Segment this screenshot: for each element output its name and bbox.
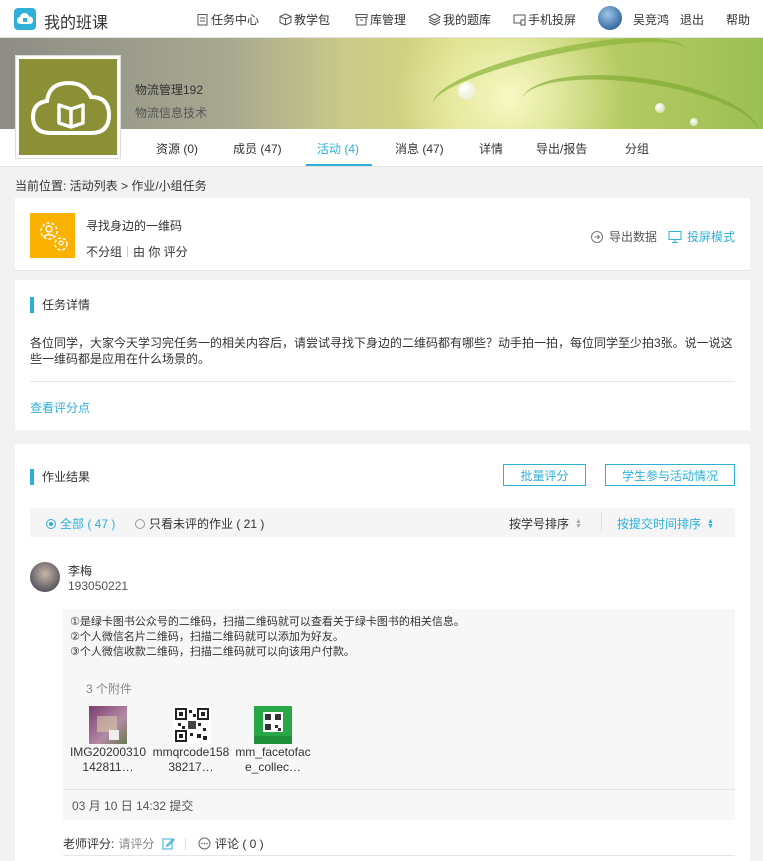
task-details-heading: 任务详情 (30, 296, 90, 313)
sort-by-id-label: 按学号排序 (509, 517, 570, 531)
comment-icon (198, 837, 211, 850)
sort-by-time-button[interactable]: 按提交时间排序 ▲ ▼ (617, 515, 714, 532)
projector-icon (668, 230, 682, 243)
course-cover[interactable] (15, 55, 121, 159)
participation-button[interactable]: 学生参与活动情况 (605, 464, 735, 486)
nav-library-label: 库管理 (370, 13, 407, 27)
nav-library[interactable]: 库管理 (355, 11, 406, 28)
sort-separator (601, 513, 602, 531)
nav-mobile-cast[interactable]: 手机投屏 (513, 11, 576, 28)
heading-accent-bar (30, 468, 34, 485)
comment-label: 评论 ( 0 ) (215, 837, 264, 851)
attachment-thumbnail[interactable] (89, 706, 127, 744)
export-icon (591, 230, 603, 243)
results-title: 作业结果 (42, 470, 91, 484)
archive-icon (355, 13, 368, 26)
student-avatar[interactable] (30, 562, 60, 592)
activity-icon (30, 213, 75, 258)
radio-unchecked-icon (135, 518, 145, 529)
user-name[interactable]: 吴竞鸿 (633, 11, 669, 28)
student-id: 193050221 (68, 579, 129, 593)
nav-teaching-pack[interactable]: 教学包 (279, 11, 330, 28)
edit-icon (162, 838, 176, 850)
activity-title: 寻找身边的一维码 (86, 219, 183, 233)
nav-teaching-pack-label: 教学包 (294, 13, 331, 27)
attachment-name[interactable]: mmqrcode15838217… (151, 745, 231, 775)
layers-icon (427, 13, 442, 26)
view-rubric-link[interactable]: 查看评分点 (30, 399, 90, 416)
cloud-book-icon (31, 80, 111, 135)
task-details-title: 任务详情 (42, 298, 91, 312)
cube-icon (279, 13, 292, 26)
export-data-button[interactable]: 导出数据 (590, 228, 657, 245)
filter-unrated-radio[interactable]: 只看未评的作业 ( 21 ) (135, 515, 264, 532)
app-logo-icon[interactable] (14, 8, 36, 30)
activity-group-mode: 不分组 (86, 245, 123, 259)
tab-details[interactable]: 详情 (479, 140, 503, 157)
attachment-thumbnail[interactable] (173, 706, 211, 744)
results-heading: 作业结果 (30, 468, 90, 485)
qr-code-icon (175, 708, 209, 742)
tab-export-report[interactable]: 导出/报告 (536, 140, 587, 157)
divider (30, 381, 735, 382)
nav-question-bank-label: 我的题库 (443, 13, 492, 27)
submission-time: 03 月 10 日 14:32 提交 (72, 799, 194, 813)
heading-accent-bar (30, 296, 34, 313)
activity-rating-mode: 由 你 评分 (133, 245, 188, 259)
screen-cast-icon (513, 13, 526, 26)
sort-arrows-icon: ▲ ▼ (707, 517, 714, 530)
divider (63, 855, 735, 856)
sort-arrows-icon: ▲ ▼ (575, 517, 582, 530)
tab-groups[interactable]: 分组 (625, 140, 649, 157)
tab-members[interactable]: 成员 (47) (233, 140, 282, 157)
batch-rate-button[interactable]: 批量评分 (503, 464, 586, 486)
projection-mode-label: 投屏模式 (687, 230, 736, 244)
help-link[interactable]: 帮助 (726, 11, 750, 28)
user-avatar[interactable] (598, 6, 622, 30)
sort-by-id-button[interactable]: 按学号排序 ▲ ▼ (509, 515, 582, 532)
attachment-count: 3 个附件 (86, 682, 133, 696)
divider (63, 789, 735, 790)
attachment-name[interactable]: IMG20200310142811… (68, 745, 148, 775)
answer-line: ①是绿卡图书公众号的二维码，扫描二维码就可以查看关于绿卡图书的相关信息。 (70, 616, 465, 628)
teacher-rating-label: 老师评分: (63, 837, 115, 851)
attachment-name[interactable]: mm_facetoface_collec… (233, 745, 313, 775)
radio-checked-icon (46, 518, 56, 529)
breadcrumb[interactable]: 当前位置: 活动列表 > 作业/小组任务 (15, 177, 207, 194)
payment-qr-icon (254, 712, 292, 744)
export-data-label: 导出数据 (609, 230, 658, 244)
answer-line: ②个人微信名片二维码，扫描二维码就可以添加为好友。 (70, 631, 344, 643)
student-name: 李梅 (68, 564, 93, 578)
filter-all-label: 全部 ( 47 ) (60, 517, 116, 531)
projection-mode-button[interactable]: 投屏模式 (668, 228, 735, 245)
activity-meta: 不分组由 你 评分 (86, 243, 188, 260)
tab-messages[interactable]: 消息 (47) (395, 140, 444, 157)
nav-question-bank[interactable]: 我的题库 (427, 11, 492, 28)
clipboard-icon (196, 13, 209, 26)
logout-link[interactable]: 退出 (680, 11, 704, 28)
nav-mobile-cast-label: 手机投屏 (528, 13, 577, 27)
answer-line: ③个人微信收款二维码，扫描二维码就可以向该用户付款。 (70, 646, 355, 658)
task-description: 各位同学，大家今天学习完任务一的相关内容后，请尝试寻找下身边的二维码都有哪些？动… (30, 336, 733, 366)
group-task-icon (40, 222, 68, 251)
comment-button[interactable]: 评论 ( 0 ) (198, 835, 264, 852)
course-subtitle: 物流信息技术 (135, 106, 208, 120)
tab-activities[interactable]: 活动 (4) (317, 140, 359, 157)
attachment-thumbnail[interactable] (254, 706, 292, 744)
rate-pending-link[interactable]: 请评分 (118, 835, 154, 852)
nav-task-center[interactable]: 任务中心 (196, 11, 259, 28)
submission-text: ①是绿卡图书公众号的二维码，扫描二维码就可以查看关于绿卡图书的相关信息。 ②个人… (70, 615, 720, 660)
active-tab-indicator (306, 164, 372, 166)
sort-by-time-label: 按提交时间排序 (617, 517, 702, 531)
nav-task-center-label: 任务中心 (211, 13, 260, 27)
tab-resources[interactable]: 资源 (0) (156, 140, 198, 157)
course-name: 物流管理192 (135, 83, 204, 97)
filter-unrated-label: 只看未评的作业 ( 21 ) (149, 517, 265, 531)
filter-all-radio[interactable]: 全部 ( 47 ) (46, 515, 115, 532)
app-title[interactable]: 我的班课 (44, 9, 108, 33)
teacher-rating[interactable]: 老师评分: 请评分 (63, 835, 187, 852)
